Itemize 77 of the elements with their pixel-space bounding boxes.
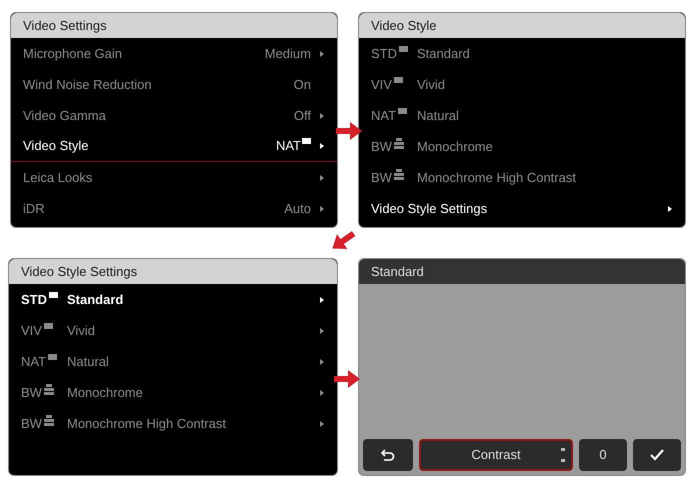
chevron-right-icon <box>319 174 325 180</box>
style-name: Monochrome High Contrast <box>67 414 227 433</box>
chevron-right-icon <box>667 206 673 212</box>
menu-item[interactable]: NAT Natural <box>9 346 337 377</box>
film-icon <box>394 76 403 83</box>
contrast-selector[interactable]: Contrast <box>419 439 573 471</box>
style-code: VIV <box>371 76 392 94</box>
chevron-right-icon <box>319 358 325 364</box>
style-name: Vivid <box>417 76 445 94</box>
menu-title-bar: Standard <box>359 259 685 284</box>
stacked-film-icon <box>44 414 54 426</box>
menu-item[interactable]: STD Standard <box>9 284 337 315</box>
style-name: Natural <box>67 352 110 371</box>
menu-item[interactable]: BW Monochrome <box>9 377 337 408</box>
style-name: Monochrome <box>67 384 144 402</box>
menu-item[interactable]: STD Standard <box>359 38 685 69</box>
style-code: BW <box>371 138 392 156</box>
menu-title-bar: Video Style Settings <box>9 259 337 284</box>
film-icon <box>44 322 53 329</box>
menu-title-bar: Video Settings <box>11 13 337 38</box>
up-down-icon <box>561 448 565 462</box>
style-code: NAT <box>371 106 396 125</box>
stacked-film-icon <box>394 138 404 149</box>
step-arrow <box>336 122 362 140</box>
menu-item[interactable]: BW Monochrome High Contrast <box>359 162 685 193</box>
style-code: NAT <box>21 352 46 371</box>
stacked-film-icon <box>44 384 54 395</box>
chevron-right-icon <box>319 112 325 118</box>
menu-value: Medium <box>264 44 311 63</box>
chevron-right-icon <box>319 328 325 334</box>
chevron-right-icon <box>319 296 325 302</box>
style-code: STD <box>371 44 397 63</box>
film-icon <box>398 108 408 114</box>
menu-item[interactable]: Microphone Gain Medium <box>11 38 337 69</box>
value-button[interactable]: 0 <box>579 439 627 471</box>
film-icon <box>48 354 58 360</box>
menu-item[interactable]: iDR Auto <box>11 193 337 224</box>
style-name: Natural <box>417 106 459 125</box>
menu-item[interactable]: Video Gamma Off <box>11 100 337 131</box>
style-name: Standard <box>67 290 124 309</box>
confirm-button[interactable] <box>633 439 681 471</box>
step-arrow <box>334 370 360 388</box>
menu-value: On <box>294 76 311 94</box>
chevron-right-icon <box>319 420 325 426</box>
style-name: Standard <box>417 44 470 63</box>
menu-item[interactable]: Wind Noise Reduction On <box>11 69 337 100</box>
menu-item[interactable]: Leica Looks <box>11 162 337 193</box>
style-code: BW <box>371 168 392 187</box>
menu-value: Auto <box>284 200 311 218</box>
menu-value: NAT <box>276 136 311 156</box>
style-code: VIV <box>21 322 42 340</box>
film-icon <box>49 292 58 298</box>
back-button[interactable] <box>363 439 413 471</box>
back-arrow-icon <box>381 449 395 461</box>
menu-item[interactable]: VIV Vivid <box>9 315 337 346</box>
film-icon <box>302 138 311 144</box>
style-code: BW <box>21 384 42 402</box>
film-icon <box>399 46 408 52</box>
style-name: Vivid <box>67 322 96 340</box>
style-name: Monochrome <box>417 138 493 156</box>
style-name: Monochrome High Contrast <box>417 168 576 187</box>
menu-item[interactable]: BW Monochrome High Contrast <box>9 408 337 439</box>
menu-title-bar: Video Style <box>359 13 685 38</box>
menu-value: Off <box>294 106 311 125</box>
stacked-film-icon <box>394 168 404 180</box>
chevron-right-icon <box>319 50 325 56</box>
menu-item[interactable]: NAT Natural <box>359 100 685 131</box>
menu-item[interactable]: Video Style Settings <box>359 193 685 224</box>
chevron-right-icon <box>319 390 325 396</box>
menu-item[interactable]: VIV Vivid <box>359 69 685 100</box>
checkmark-icon <box>650 449 664 461</box>
style-code: STD <box>21 290 47 309</box>
style-code: BW <box>21 414 42 433</box>
chevron-right-icon <box>319 206 325 212</box>
menu-item[interactable]: Video Style NAT <box>11 131 337 162</box>
chevron-right-icon <box>319 143 325 149</box>
menu-item[interactable]: BW Monochrome <box>359 131 685 162</box>
